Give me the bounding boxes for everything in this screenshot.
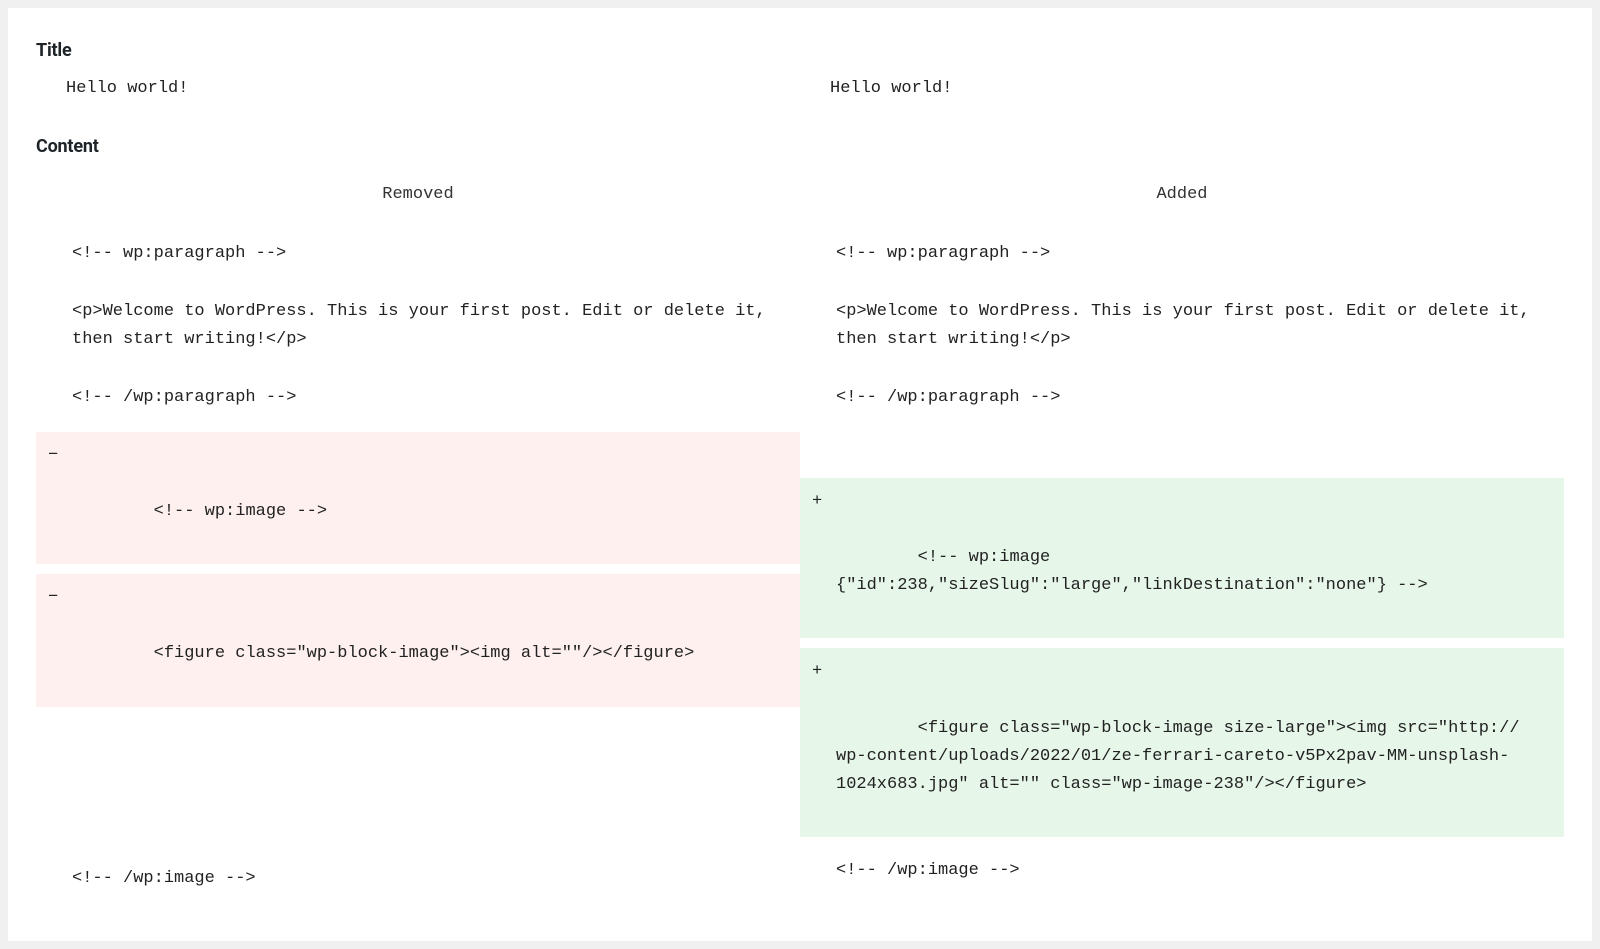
diff-left-col: Removed <!-- wp:paragraph --> <p>Welcome… bbox=[36, 175, 800, 913]
diff-line: <p>Welcome to WordPress. This is your fi… bbox=[36, 288, 800, 364]
diff-left-header: Removed bbox=[36, 175, 800, 230]
diff-line-removed: − <!-- wp:image --> bbox=[36, 432, 800, 564]
diff-line: <!-- /wp:image --> bbox=[36, 855, 800, 903]
diff-right-col: Added <!-- wp:paragraph --> <p>Welcome t… bbox=[800, 175, 1564, 913]
title-right-col: Hello world! bbox=[800, 79, 1564, 98]
title-left-col: Hello world! bbox=[36, 79, 800, 98]
section-title-heading: Title bbox=[36, 40, 1564, 61]
plus-icon: + bbox=[812, 488, 822, 516]
diff-line-removed: − <figure class="wp-block-image"><img al… bbox=[36, 574, 800, 706]
revision-compare-panel: Title Hello world! Hello world! Content … bbox=[8, 8, 1592, 941]
diff-line: <!-- /wp:image --> bbox=[800, 847, 1564, 895]
diff-line: <p>Welcome to WordPress. This is your fi… bbox=[800, 288, 1564, 364]
diff-columns: Removed <!-- wp:paragraph --> <p>Welcome… bbox=[36, 175, 1564, 913]
minus-icon: − bbox=[48, 584, 58, 612]
diff-line: <!-- /wp:paragraph --> bbox=[36, 374, 800, 422]
section-content-heading: Content bbox=[36, 136, 1564, 157]
diff-line: <!-- /wp:paragraph --> bbox=[800, 374, 1564, 422]
diff-right-header: Added bbox=[800, 175, 1564, 230]
diff-line-added: + <!-- wp:image {"id":238,"sizeSlug":"la… bbox=[800, 478, 1564, 638]
title-left-value: Hello world! bbox=[36, 79, 800, 98]
diff-line: <!-- wp:paragraph --> bbox=[800, 230, 1564, 278]
plus-icon: + bbox=[812, 658, 822, 686]
diff-text: <figure class="wp-block-image size-large… bbox=[836, 719, 1600, 794]
minus-icon: − bbox=[48, 442, 58, 470]
diff-text: <figure class="wp-block-image"><img alt=… bbox=[154, 644, 695, 663]
diff-text: <!-- wp:image --> bbox=[154, 502, 327, 521]
diff-line: <!-- wp:paragraph --> bbox=[36, 230, 800, 278]
diff-spacer bbox=[800, 432, 1564, 478]
title-right-value: Hello world! bbox=[800, 79, 1564, 98]
diff-spacer bbox=[36, 707, 800, 855]
diff-text: <!-- wp:image {"id":238,"sizeSlug":"larg… bbox=[836, 548, 1428, 595]
title-compare-row: Hello world! Hello world! bbox=[36, 79, 1564, 98]
